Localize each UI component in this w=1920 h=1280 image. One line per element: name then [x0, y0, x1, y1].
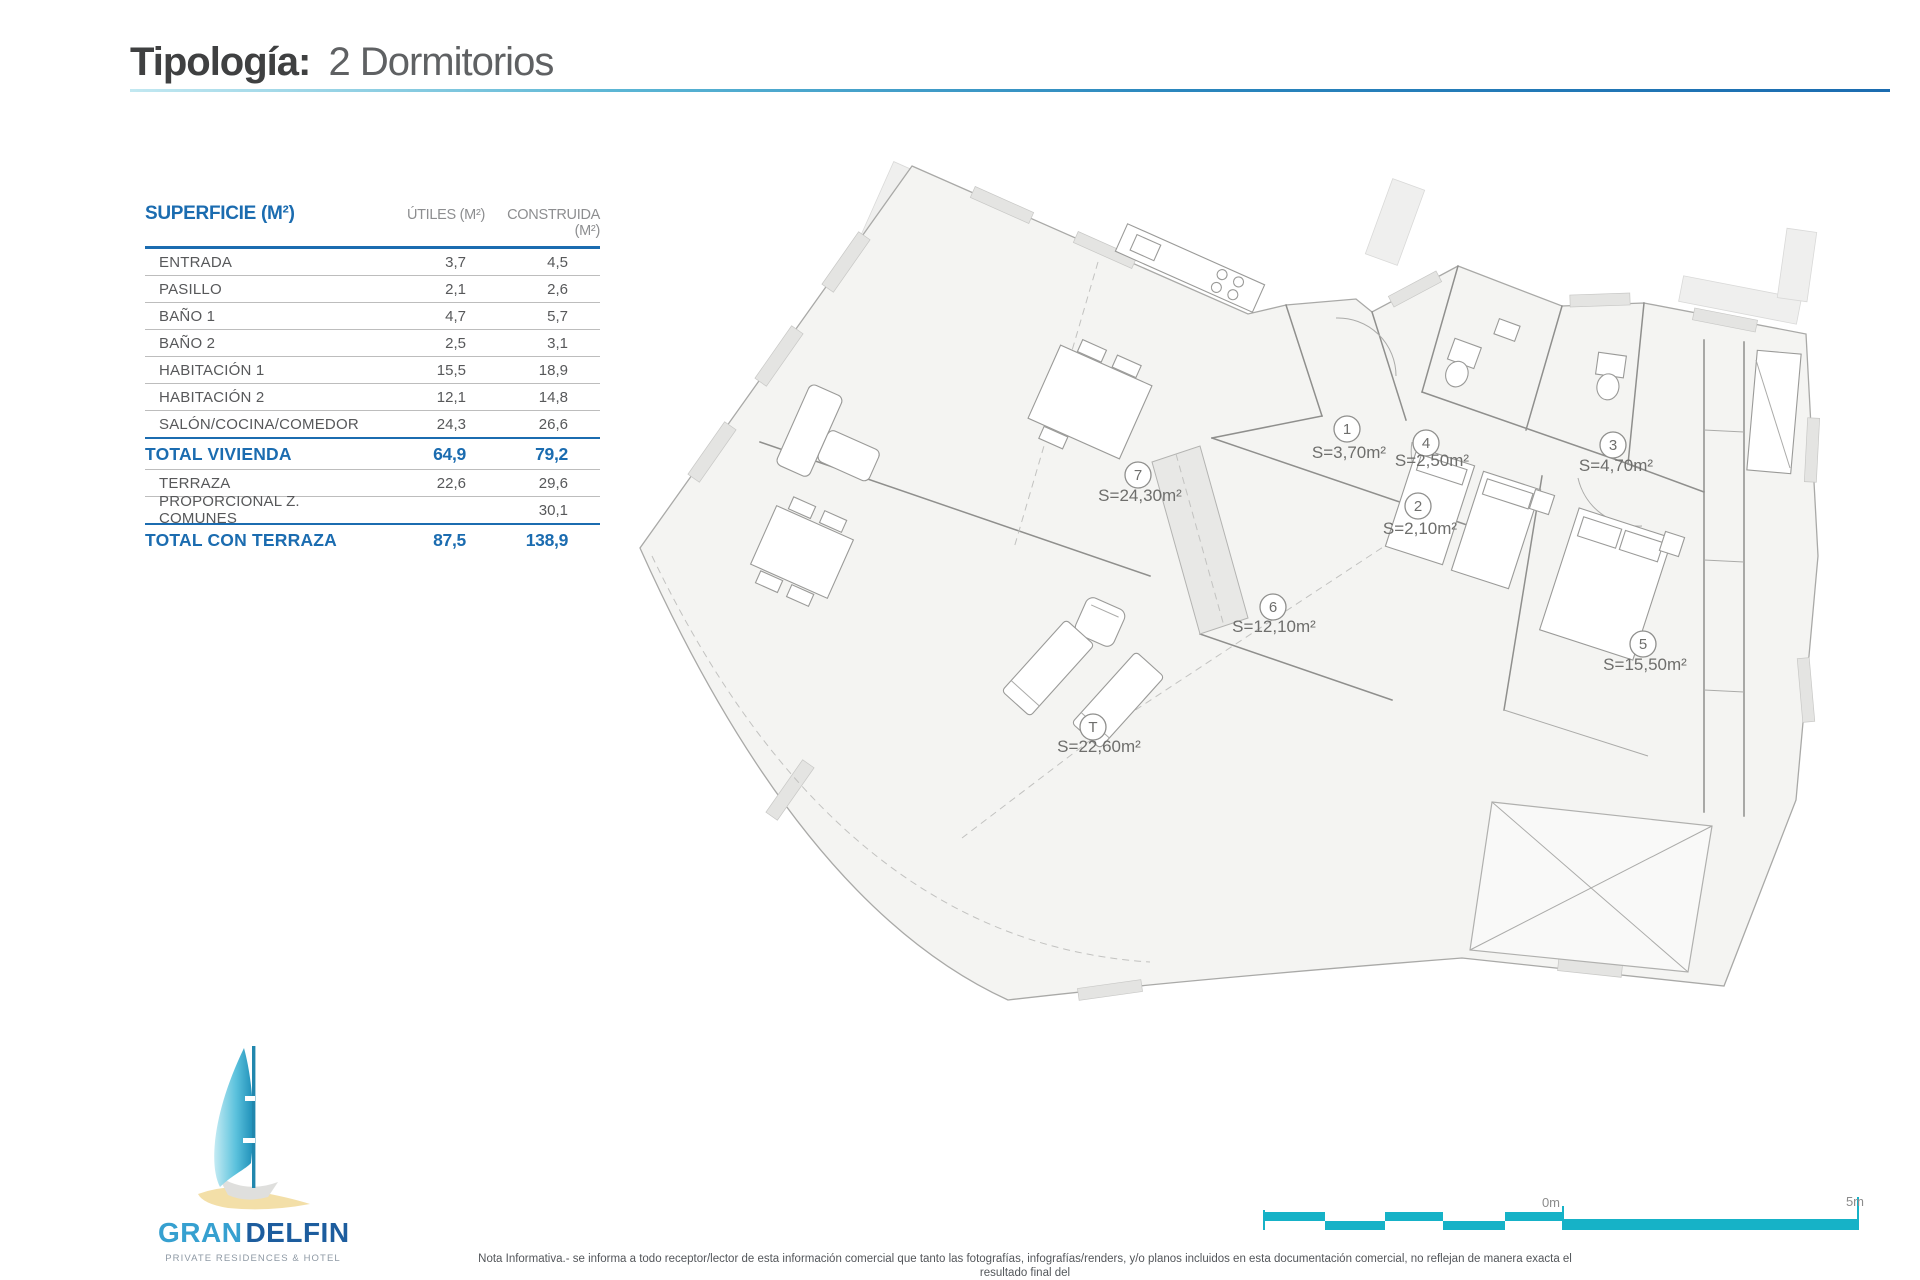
page-title-bold: Tipología: [130, 40, 311, 84]
row-construida: 4,5 [547, 253, 568, 271]
row-label: PROPORCIONAL Z. COMUNES [159, 493, 300, 527]
void-crossed-area [1469, 801, 1713, 973]
table-row: PROPORCIONAL Z. COMUNES 30,1 [145, 493, 600, 527]
room-area: S=4,70m² [1579, 456, 1654, 475]
table-header-superficie: SUPERFICIE (M²) [145, 203, 295, 224]
table-row: PASILLO 2,1 2,6 [145, 275, 600, 302]
room-number: 5 [1639, 636, 1647, 653]
scale-bar: 0m 5m [1263, 1194, 1864, 1230]
row-label: TOTAL VIVIENDA [145, 443, 292, 464]
table-row: SALÓN/COCINA/COMEDOR 24,3 26,6 [145, 410, 600, 437]
row-label: BAÑO 1 [159, 307, 216, 325]
table-header-utiles: ÚTILES (M²) [406, 207, 485, 223]
row-label: ENTRADA [159, 253, 233, 271]
room-number: 1 [1343, 421, 1351, 438]
row-utiles: 2,5 [445, 334, 466, 352]
row-label: HABITACIÓN 1 [159, 361, 265, 379]
row-utiles: 24,3 [436, 415, 466, 433]
table-row-total-vivienda: TOTAL VIVIENDA 64,9 79,2 [145, 437, 600, 469]
row-label: PASILLO [159, 280, 222, 298]
room-area: S=2,10m² [1383, 519, 1458, 538]
row-utiles: 2,1 [445, 280, 466, 298]
table-row: BAÑO 2 2,5 3,1 [145, 329, 600, 356]
row-utiles: 87,5 [433, 529, 466, 550]
room-number: 6 [1269, 599, 1277, 616]
row-construida: 3,1 [547, 334, 568, 352]
row-construida: 79,2 [535, 443, 568, 464]
logo-name-delfin: DELFIN [245, 1217, 350, 1248]
room-area: S=22,60m² [1057, 737, 1141, 756]
title-underline [130, 89, 1890, 92]
room-number: 3 [1609, 437, 1617, 454]
table-row: TERRAZA 22,6 29,6 [145, 469, 600, 496]
table-row-total-terraza: TOTAL CON TERRAZA 87,5 138,9 [145, 523, 600, 555]
scale-bar-steps [1263, 1212, 1858, 1230]
row-utiles: 22,6 [436, 474, 466, 492]
page-title: Tipología: 2 Dormitorios [130, 40, 554, 85]
table-header: SUPERFICIE (M²) ÚTILES (M²) CONSTRUIDA (… [145, 203, 600, 249]
floor-plan: 1 S=3,70m² 2 S=2,10m² 3 S=4,70m² 4 S=2,5… [639, 161, 1820, 1001]
row-utiles: 3,7 [445, 253, 466, 271]
row-construida: 5,7 [547, 307, 568, 325]
logo-name: GRAN DELFIN [158, 1217, 350, 1249]
row-label: TERRAZA [159, 474, 231, 492]
row-utiles: 4,7 [445, 307, 466, 325]
row-construida: 26,6 [538, 415, 568, 433]
row-construida: 18,9 [538, 361, 568, 379]
scale-end-label: 5m [1846, 1194, 1864, 1209]
table-row: HABITACIÓN 1 15,5 18,9 [145, 356, 600, 383]
room-area: S=24,30m² [1098, 486, 1182, 505]
logo-name-gran: GRAN [158, 1217, 243, 1248]
legal-note: Nota Informativa.- se informa a todo rec… [455, 1253, 1595, 1280]
logo: GRAN DELFIN PRIVATE RESIDENCES & HOTEL [158, 1044, 350, 1264]
row-construida: 138,9 [525, 529, 569, 550]
room-number: 7 [1134, 467, 1142, 484]
legal-note-line1: Nota Informativa.- se informa a todo rec… [478, 1253, 1572, 1279]
row-utiles: 64,9 [433, 443, 466, 464]
room-number: T [1088, 719, 1097, 736]
row-construida: 14,8 [538, 388, 568, 406]
row-label: SALÓN/COCINA/COMEDOR [159, 415, 359, 433]
surface-table: SUPERFICIE (M²) ÚTILES (M²) CONSTRUIDA (… [145, 203, 600, 555]
row-label: BAÑO 2 [159, 334, 216, 352]
table-header-construida: CONSTRUIDA (M²) [507, 207, 600, 239]
row-label: HABITACIÓN 2 [159, 388, 265, 406]
row-label: TOTAL CON TERRAZA [145, 529, 338, 550]
scale-start-label: 0m [1542, 1195, 1560, 1210]
brochure-page: Tipología: 2 Dormitorios SUPERFICIE (M²)… [0, 0, 1920, 1280]
row-construida: 29,6 [538, 474, 568, 492]
row-construida: 30,1 [538, 501, 568, 519]
table-row: HABITACIÓN 2 12,1 14,8 [145, 383, 600, 410]
table-row: ENTRADA 3,7 4,5 [145, 249, 600, 275]
row-utiles: 15,5 [436, 361, 466, 379]
room-number: 4 [1422, 435, 1430, 452]
room-area: S=2,50m² [1395, 451, 1470, 470]
row-construida: 2,6 [547, 280, 568, 298]
logo-sail-icon [198, 1046, 310, 1210]
page-title-light: 2 Dormitorios [328, 40, 554, 84]
room-area: S=3,70m² [1312, 443, 1387, 462]
room-number: 2 [1414, 498, 1422, 515]
table-row: BAÑO 1 4,7 5,7 [145, 302, 600, 329]
room-area: S=15,50m² [1603, 655, 1687, 674]
logo-tagline: PRIVATE RESIDENCES & HOTEL [165, 1253, 341, 1264]
row-utiles: 12,1 [436, 388, 466, 406]
room-area: S=12,10m² [1232, 617, 1316, 636]
